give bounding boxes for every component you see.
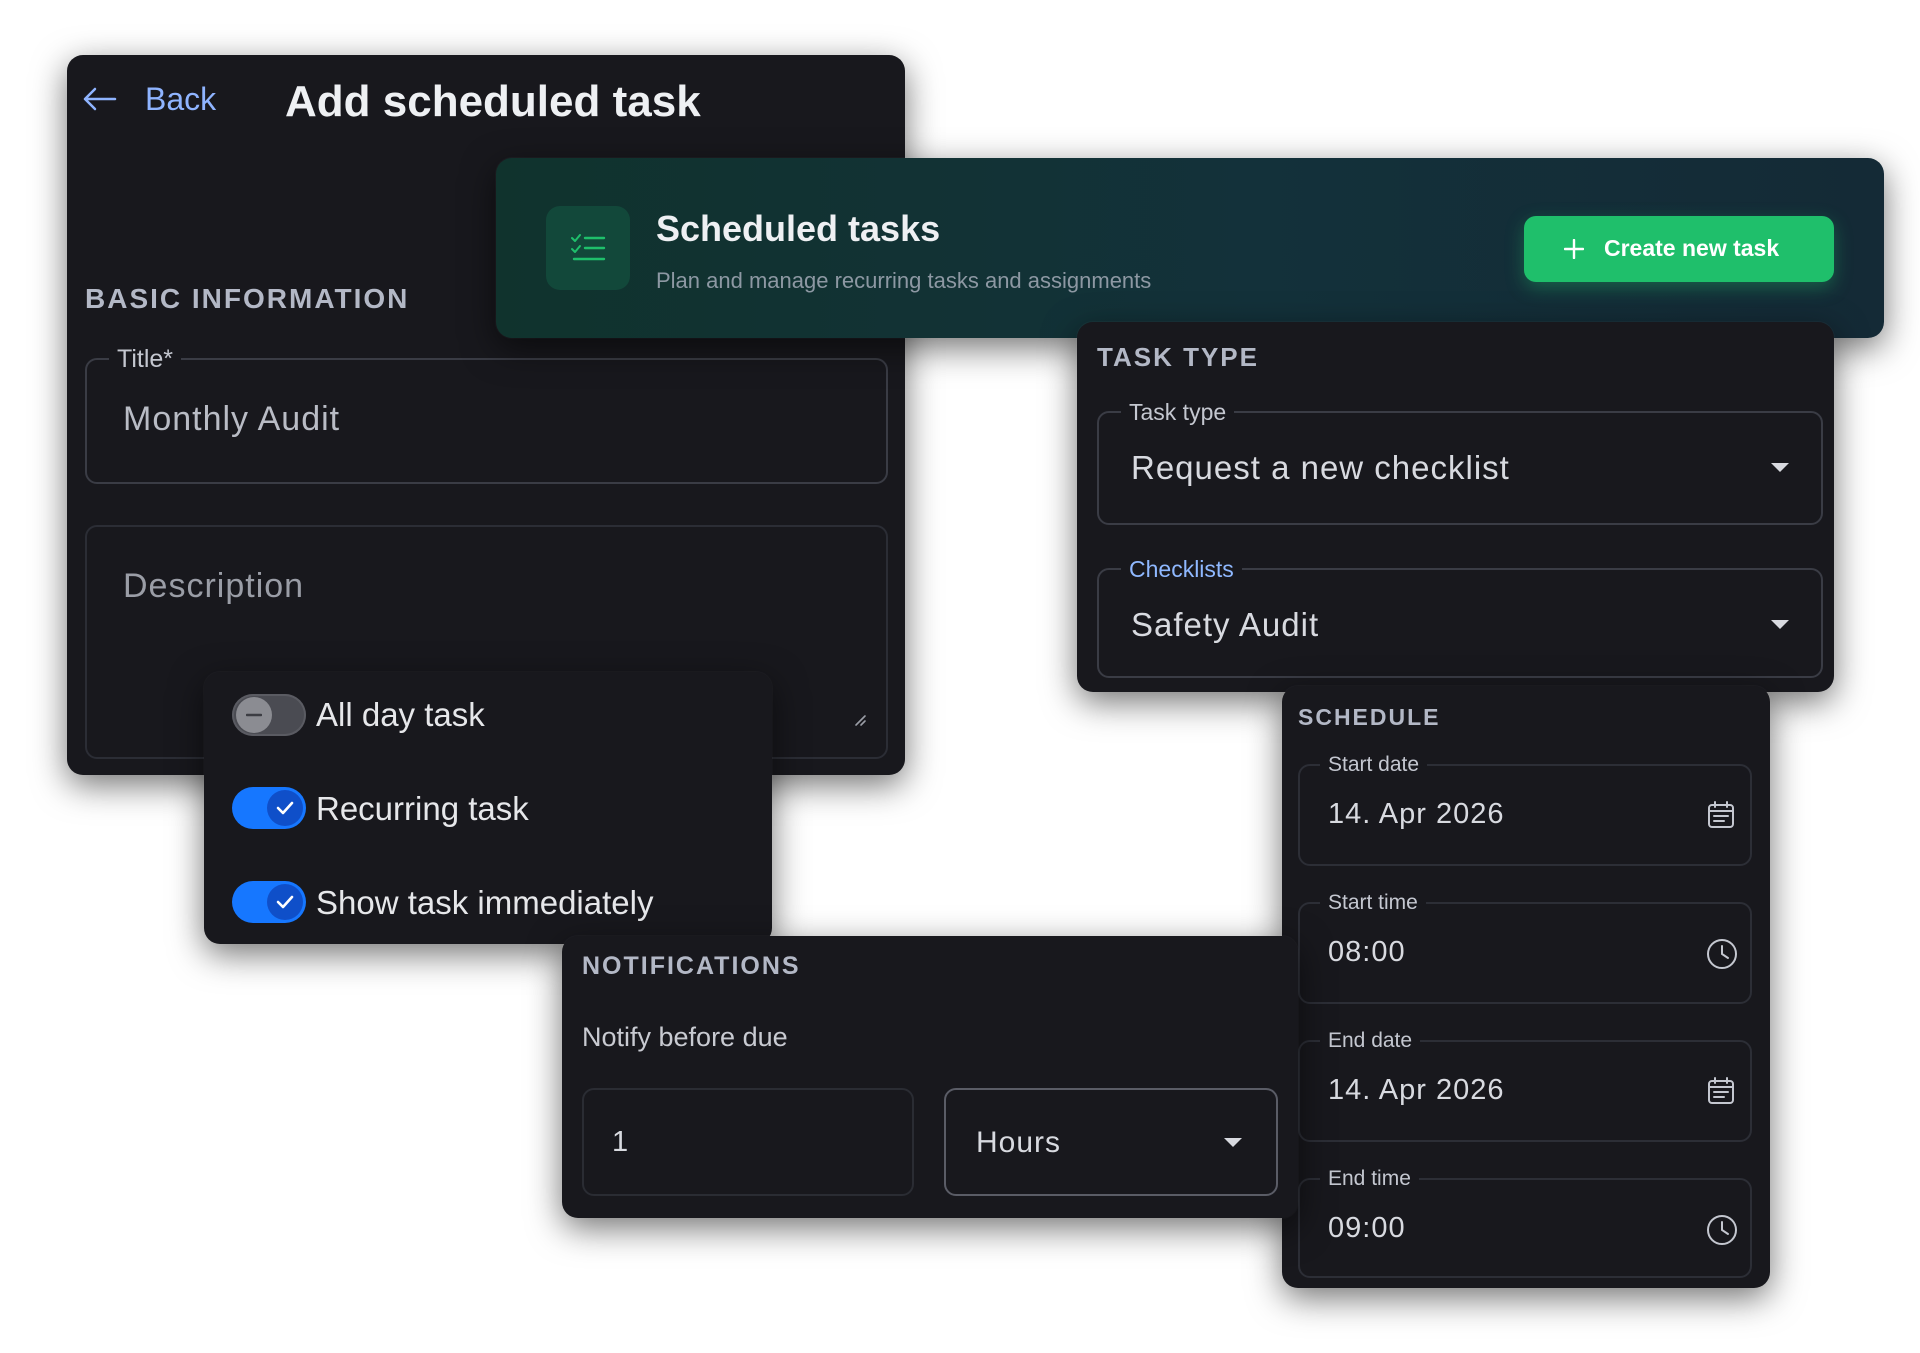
resize-handle-icon[interactable]	[853, 713, 867, 727]
recurring-label: Recurring task	[316, 790, 529, 827]
notify-amount-input[interactable]: 1	[582, 1088, 914, 1196]
minus-icon	[246, 713, 262, 717]
end-date-label: End date	[1320, 1027, 1421, 1055]
show-immediately-label: Show task immediately	[316, 884, 654, 921]
checkmark-icon	[276, 895, 294, 909]
checklists-value: Safety Audit	[1131, 606, 1320, 643]
toggles-card: All day task Recurring task Show task im…	[204, 672, 772, 944]
chevron-down-icon	[1224, 1138, 1242, 1147]
checkmark-icon	[276, 801, 294, 815]
clock-icon[interactable]	[1706, 1214, 1738, 1246]
task-type-select[interactable]: Task type Request a new checklist	[1097, 398, 1823, 525]
show-immediately-toggle[interactable]	[232, 881, 306, 923]
recurring-toggle[interactable]	[232, 787, 306, 829]
schedule-card: SCHEDULE Start date 14. Apr 2026 Start t…	[1282, 686, 1770, 1288]
banner-title: Scheduled tasks	[656, 208, 941, 249]
notify-before-due-label: Notify before due	[582, 1022, 788, 1052]
start-date-value: 14. Apr 2026	[1328, 798, 1505, 830]
end-date-field[interactable]: End date 14. Apr 2026	[1298, 1027, 1752, 1142]
title-field-label: Title*	[109, 345, 182, 373]
start-date-field[interactable]: Start date 14. Apr 2026	[1298, 751, 1752, 866]
task-type-label: Task type	[1121, 398, 1235, 426]
toggle-knob	[236, 697, 272, 733]
checklist-icon	[571, 234, 606, 261]
notifications-section-title: NOTIFICATIONS	[582, 952, 801, 980]
notify-amount-value: 1	[612, 1126, 629, 1158]
title-input-value: Monthly Audit	[123, 400, 341, 438]
start-date-label: Start date	[1320, 751, 1428, 779]
arrow-left-icon[interactable]	[81, 87, 117, 111]
chevron-down-icon	[1771, 620, 1789, 629]
end-time-field[interactable]: End time 09:00	[1298, 1165, 1752, 1278]
back-link[interactable]: Back	[145, 81, 216, 118]
task-type-value: Request a new checklist	[1131, 449, 1510, 486]
task-type-card: TASK TYPE Task type Request a new checkl…	[1077, 322, 1834, 692]
notifications-card: NOTIFICATIONS Notify before due 1 Hours	[562, 936, 1298, 1218]
task-type-section-title: TASK TYPE	[1097, 342, 1259, 372]
page-title: Add scheduled task	[285, 77, 701, 126]
create-new-task-button[interactable]: Create new task	[1524, 216, 1834, 282]
chevron-down-icon	[1771, 463, 1789, 472]
checklists-select[interactable]: Checklists Safety Audit	[1097, 555, 1823, 678]
toggle-knob	[267, 790, 303, 826]
start-time-field[interactable]: Start time 08:00	[1298, 889, 1752, 1004]
description-placeholder: Description	[123, 567, 305, 605]
start-time-value: 08:00	[1328, 936, 1406, 968]
plus-icon	[1564, 239, 1584, 259]
notify-unit-value: Hours	[976, 1126, 1062, 1159]
end-time-label: End time	[1320, 1165, 1419, 1193]
clock-icon[interactable]	[1706, 938, 1738, 970]
banner-icon-tile	[546, 206, 630, 290]
all-day-toggle[interactable]	[232, 694, 306, 736]
basic-info-section-title: BASIC INFORMATION	[85, 283, 410, 314]
banner-subtitle: Plan and manage recurring tasks and assi…	[656, 268, 1152, 293]
end-date-value: 14. Apr 2026	[1328, 1074, 1505, 1106]
notify-unit-select[interactable]: Hours	[944, 1088, 1278, 1196]
end-time-value: 09:00	[1328, 1212, 1406, 1244]
checklists-label: Checklists	[1121, 555, 1242, 583]
scheduled-tasks-banner: Scheduled tasks Plan and manage recurrin…	[496, 158, 1884, 338]
calendar-icon[interactable]	[1706, 800, 1736, 830]
create-new-task-label: Create new task	[1604, 235, 1780, 261]
calendar-icon[interactable]	[1706, 1076, 1736, 1106]
toggle-knob	[267, 884, 303, 920]
all-day-label: All day task	[316, 696, 485, 733]
schedule-section-title: SCHEDULE	[1298, 704, 1441, 730]
title-field[interactable]: Title* Monthly Audit	[85, 345, 888, 484]
start-time-label: Start time	[1320, 889, 1426, 917]
